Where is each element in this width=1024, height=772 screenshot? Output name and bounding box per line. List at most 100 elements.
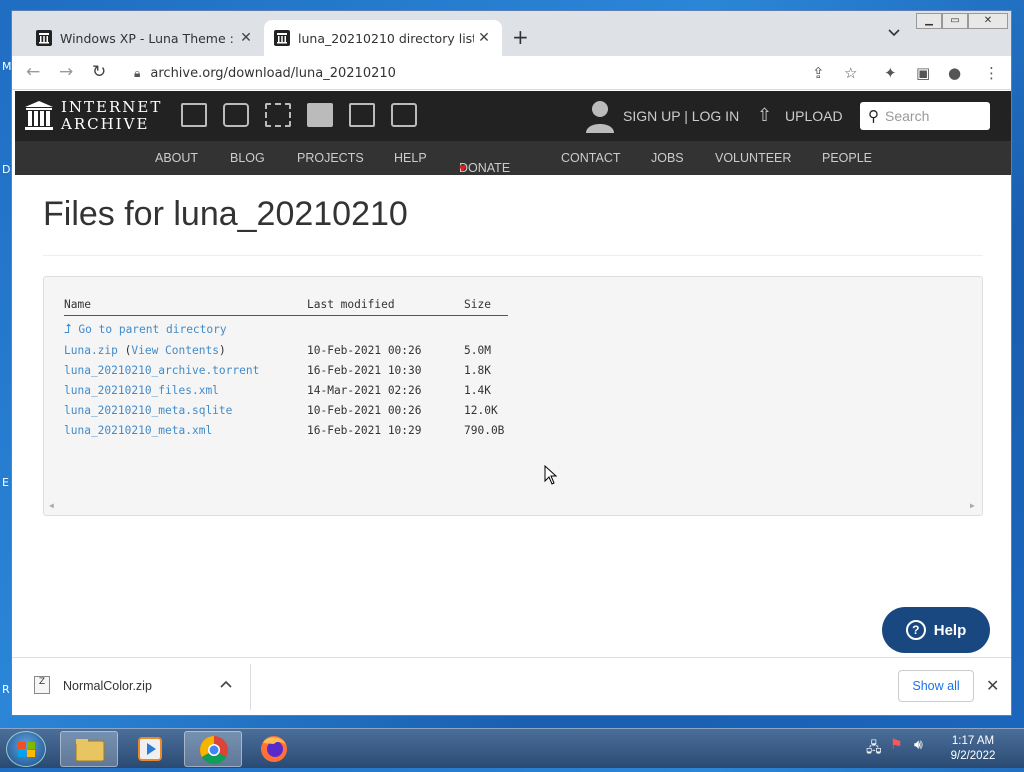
nav-people[interactable]: PEOPLE <box>822 151 872 165</box>
close-window-button[interactable]: ✕ <box>968 13 1008 29</box>
search-placeholder: Search <box>885 108 930 124</box>
taskbar-clock[interactable]: 1:17 AM 9/2/2022 <box>938 734 1008 764</box>
nav-volunteer[interactable]: VOLUNTEER <box>715 151 791 165</box>
paren-close: ) <box>218 344 226 357</box>
bookmark-star-icon[interactable]: ☆ <box>844 64 857 82</box>
new-tab-button[interactable]: + <box>512 25 529 49</box>
page-title: Files for luna_20210210 <box>43 195 408 233</box>
firefox-taskbar-button[interactable] <box>246 731 304 767</box>
file-link[interactable]: luna_20210210_files.xml <box>64 384 219 397</box>
parent-directory-label: Go to parent directory <box>78 323 227 336</box>
file-modified: 10-Feb-2021 00:26 <box>307 404 422 417</box>
extensions-icon[interactable]: ✦ <box>884 64 897 82</box>
chrome-taskbar-button[interactable] <box>184 731 242 767</box>
maximize-button[interactable]: ▭ <box>942 13 968 29</box>
start-button[interactable] <box>6 731 46 767</box>
help-button[interactable]: ? Help <box>882 607 990 653</box>
share-icon[interactable]: ⇪ <box>812 64 825 82</box>
browser-toolbar: ← → ↻ 🔒︎ archive.org/download/luna_20210… <box>12 56 1011 90</box>
close-downloads-icon[interactable]: ✕ <box>986 676 999 695</box>
file-modified: 16-Feb-2021 10:29 <box>307 424 422 437</box>
reload-icon[interactable]: ↻ <box>92 62 106 82</box>
tab-windows-xp-luna[interactable]: Windows XP - Luna Theme : Mic ✕ <box>26 20 264 56</box>
profile-icon[interactable]: ● <box>948 64 961 82</box>
address-bar[interactable]: 🔒︎ archive.org/download/luna_20210210 <box>124 60 862 86</box>
scroll-left-icon[interactable]: ◀ <box>49 501 54 510</box>
nav-contact[interactable]: CONTACT <box>561 151 621 165</box>
nav-help[interactable]: HELP <box>394 151 427 165</box>
back-icon[interactable]: ← <box>26 62 40 82</box>
volume-icon[interactable]: 🔊︎ <box>914 737 923 753</box>
question-icon: ? <box>905 620 926 640</box>
forward-icon[interactable]: → <box>59 62 73 82</box>
explorer-taskbar-button[interactable] <box>60 731 118 767</box>
user-avatar-icon[interactable] <box>585 99 615 133</box>
tab-title: luna_20210210 directory listing <box>298 30 474 46</box>
minimize-button[interactable]: ▁ <box>916 13 942 29</box>
ia-logo-line2: ARCHIVE <box>61 115 150 133</box>
audio-speaker-icon[interactable] <box>307 103 333 127</box>
parent-directory-icon: ⮥ <box>64 322 72 337</box>
upload-icon[interactable]: ⇧ <box>757 105 772 126</box>
media-player-taskbar-button[interactable] <box>122 731 180 767</box>
view-contents-link[interactable]: View Contents <box>131 344 219 357</box>
page-content: Files for luna_20210210 Name Last modifi… <box>12 175 1011 657</box>
tab-search-chevron-icon[interactable] <box>888 26 900 41</box>
tab-bar: Windows XP - Luna Theme : Mic ✕ luna_202… <box>12 11 1011 56</box>
paren-open: ( <box>117 344 132 357</box>
web-media-icon[interactable] <box>181 103 207 127</box>
archive-favicon-icon <box>274 30 290 46</box>
upload-link[interactable]: UPLOAD <box>785 108 843 124</box>
network-icon[interactable]: 🖧 <box>866 737 882 761</box>
nav-about[interactable]: ABOUT <box>155 151 198 165</box>
video-film-icon[interactable] <box>265 103 291 127</box>
nav-projects[interactable]: PROJECTS <box>297 151 364 165</box>
file-link[interactable]: luna_20210210_archive.torrent <box>64 364 259 377</box>
firefox-icon <box>261 736 287 762</box>
action-center-icon[interactable]: ⚑ <box>890 737 903 753</box>
texts-book-icon[interactable] <box>223 103 249 127</box>
ia-top-bar: INTERNET ARCHIVE SIGN UP | LOG IN ⇧ UPLO… <box>15 91 1011 141</box>
chrome-icon <box>200 736 228 764</box>
file-size: 5.0M <box>464 344 491 357</box>
ia-search-input[interactable]: ⚲ Search <box>860 102 990 130</box>
menu-kebab-icon[interactable]: ⋮ <box>984 64 999 82</box>
tab-directory-listing[interactable]: luna_20210210 directory listing ✕ <box>264 20 502 56</box>
download-options-chevron-icon[interactable] <box>220 676 232 692</box>
nav-blog[interactable]: BLOG <box>230 151 265 165</box>
folder-icon <box>75 739 105 762</box>
url-text: archive.org/download/luna_20210210 <box>150 65 396 81</box>
column-header-name: Name <box>64 298 91 311</box>
file-size: 12.0K <box>464 404 498 417</box>
scroll-right-icon[interactable]: ▶ <box>970 501 975 510</box>
side-panel-icon[interactable]: ▣ <box>916 64 930 82</box>
desktop-icon-label-d: D <box>2 163 11 176</box>
software-floppy-icon[interactable] <box>349 103 375 127</box>
media-player-icon <box>138 737 162 761</box>
column-header-size: Size <box>464 298 491 311</box>
file-modified: 14-Mar-2021 02:26 <box>307 384 422 397</box>
file-link[interactable]: luna_20210210_meta.xml <box>64 424 212 437</box>
show-all-button[interactable]: Show all <box>898 670 974 702</box>
file-link[interactable]: luna_20210210_meta.sqlite <box>64 404 232 417</box>
help-label: Help <box>933 621 967 639</box>
tab-close-icon[interactable]: ✕ <box>236 30 256 46</box>
file-listing-table: Name Last modified Size ⮥ Go to parent d… <box>43 276 983 516</box>
lock-icon: 🔒︎ <box>134 65 141 80</box>
nav-jobs[interactable]: JOBS <box>651 151 684 165</box>
archive-favicon-icon <box>36 30 52 46</box>
tab-close-icon[interactable]: ✕ <box>474 30 494 46</box>
clock-date: 9/2/2022 <box>950 750 996 762</box>
title-divider <box>43 255 983 256</box>
header-divider <box>64 315 508 316</box>
parent-directory-link[interactable]: ⮥ Go to parent directory <box>64 322 227 337</box>
download-item-name[interactable]: NormalColor.zip <box>63 679 152 693</box>
ia-logo[interactable]: INTERNET ARCHIVE <box>25 99 162 133</box>
ia-nav-bar: ABOUT BLOG PROJECTS HELP DONATE ♥ CONTAC… <box>15 141 1011 175</box>
signup-login-link[interactable]: SIGN UP | LOG IN <box>623 108 739 124</box>
file-link[interactable]: Luna.zip <box>64 344 118 357</box>
windows-taskbar: 🖧 ⚑ 🔊︎ 1:17 AM 9/2/2022 <box>0 728 1024 768</box>
file-size: 1.4K <box>464 384 491 397</box>
images-icon[interactable] <box>391 103 417 127</box>
desktop-icon-label-r: R <box>2 683 10 696</box>
